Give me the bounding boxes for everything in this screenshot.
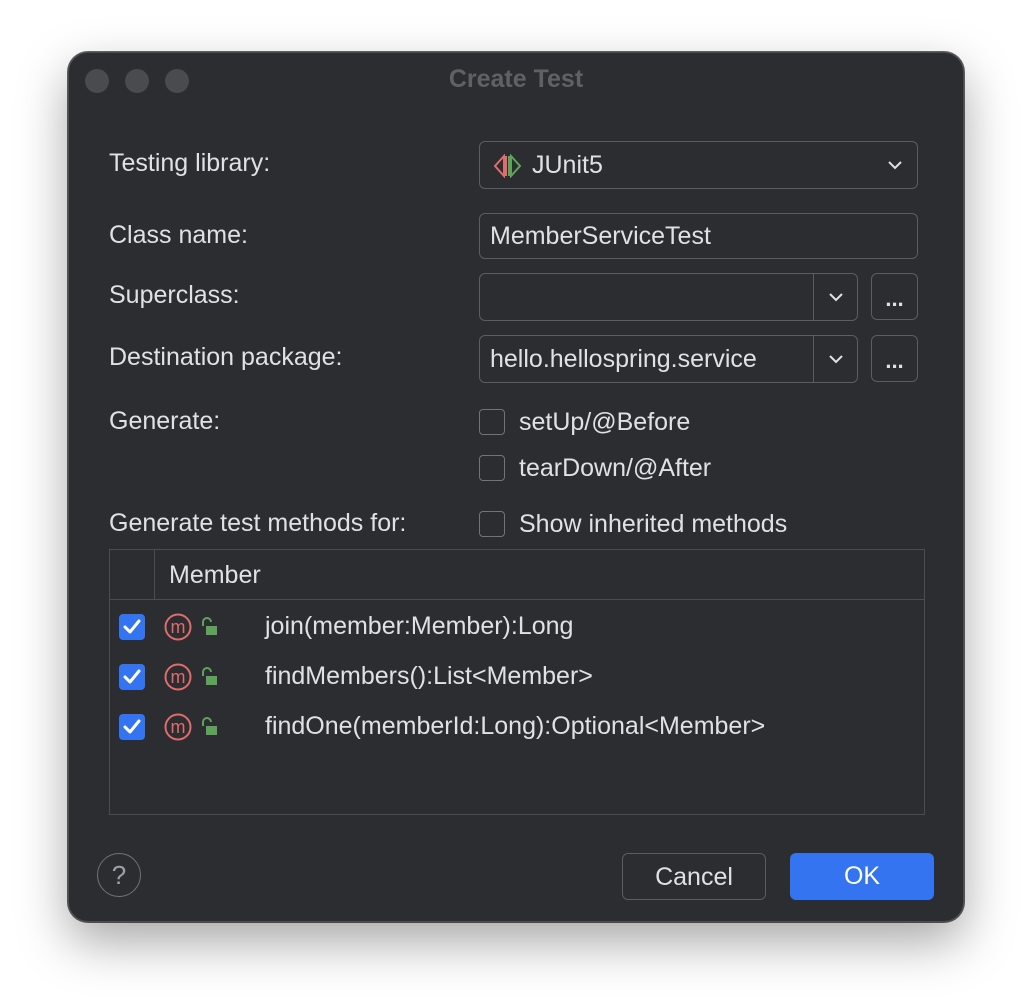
table-row[interactable]: m findOne(memberId:Long):Optional<Member… xyxy=(110,702,924,752)
svg-text:m: m xyxy=(171,667,186,687)
unlocked-icon xyxy=(200,717,220,742)
method-signature: findMembers():List<Member> xyxy=(265,662,593,690)
class-name-input[interactable]: MemberServiceTest xyxy=(479,213,918,259)
destination-package-browse-button[interactable]: ... xyxy=(871,335,918,382)
destination-package-combo[interactable]: hello.hellospring.service xyxy=(479,335,858,383)
member-column-header[interactable]: Member xyxy=(169,561,261,590)
show-inherited-label[interactable]: Show inherited methods xyxy=(519,510,787,539)
svg-text:m: m xyxy=(171,717,186,737)
method-icon: m xyxy=(164,663,192,696)
chevron-down-icon xyxy=(828,293,843,302)
table-header: Member xyxy=(110,550,924,600)
unlocked-icon xyxy=(200,667,220,692)
table-row[interactable]: m findMembers():List<Member> xyxy=(110,652,924,702)
method-signature: findOne(memberId:Long):Optional<Member> xyxy=(265,712,766,740)
class-name-value: MemberServiceTest xyxy=(490,222,711,250)
testing-library-label: Testing library: xyxy=(109,149,271,177)
method-signature: join(member:Member):Long xyxy=(265,612,574,640)
testing-library-dropdown[interactable]: JUnit5 xyxy=(479,141,918,189)
show-inherited-checkbox[interactable] xyxy=(479,511,505,537)
generate-label: Generate: xyxy=(109,407,221,435)
chevron-down-icon xyxy=(828,355,843,364)
setup-checkbox[interactable] xyxy=(479,409,505,435)
junit-icon xyxy=(492,153,522,185)
dialog-title: Create Test xyxy=(448,65,584,93)
testing-library-value: JUnit5 xyxy=(532,151,603,179)
superclass-combo[interactable] xyxy=(479,273,858,321)
svg-text:m: m xyxy=(171,617,186,637)
generate-methods-label: Generate test methods for: xyxy=(109,509,407,537)
members-table: Member m join(member:Member):Long m find… xyxy=(109,549,925,815)
row-checkbox[interactable] xyxy=(119,664,145,690)
table-row[interactable]: m join(member:Member):Long xyxy=(110,602,924,652)
header-divider xyxy=(154,550,155,600)
checkmark-icon xyxy=(123,719,140,733)
superclass-browse-button[interactable]: ... xyxy=(871,273,918,320)
row-checkbox[interactable] xyxy=(119,714,145,740)
ok-button[interactable]: OK xyxy=(790,853,934,900)
method-icon: m xyxy=(164,613,192,646)
checkmark-icon xyxy=(123,619,140,633)
row-checkbox[interactable] xyxy=(119,614,145,640)
teardown-label[interactable]: tearDown/@After xyxy=(519,454,711,483)
teardown-checkbox[interactable] xyxy=(479,455,505,481)
cancel-button[interactable]: Cancel xyxy=(622,853,766,900)
superclass-label: Superclass: xyxy=(109,281,240,309)
destination-package-label: Destination package: xyxy=(109,343,343,371)
destination-package-dropdown-button[interactable] xyxy=(813,336,857,382)
unlocked-icon xyxy=(200,617,220,642)
create-test-dialog: Create Test Testing library: JUnit5 Clas… xyxy=(68,52,964,922)
superclass-dropdown-button[interactable] xyxy=(813,274,857,320)
setup-label[interactable]: setUp/@Before xyxy=(519,408,690,437)
class-name-label: Class name: xyxy=(109,221,248,249)
checkmark-icon xyxy=(123,669,140,683)
destination-package-value: hello.hellospring.service xyxy=(490,345,757,373)
help-button[interactable]: ? xyxy=(97,853,141,897)
method-icon: m xyxy=(164,713,192,746)
chevron-down-icon xyxy=(873,142,917,188)
